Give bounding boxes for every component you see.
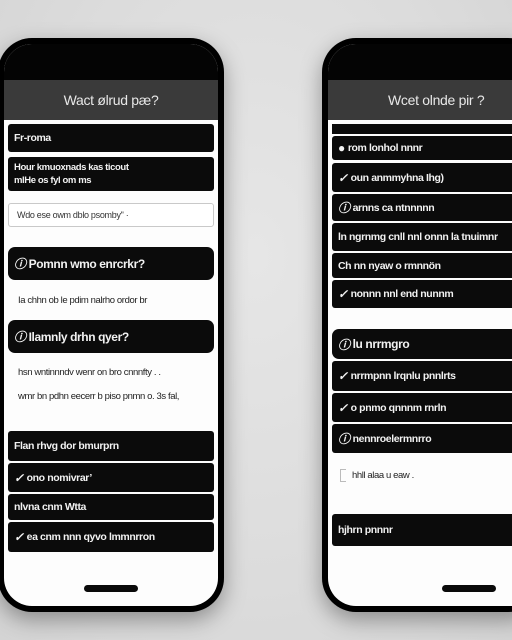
group-option[interactable]: ⓘ nennroelermnrro (332, 424, 512, 453)
group-option-label: o pnmo qnnnm rnrln (350, 401, 447, 414)
check-icon: ✓ (338, 287, 348, 301)
info-icon: ⓘ (338, 201, 350, 215)
list-item[interactable]: ln ngrnmg cnll nnl onnn la tnuimnr (332, 223, 512, 251)
list-item[interactable]: Ch nn nyaw o rmnnön (332, 253, 512, 278)
checkbox[interactable] (340, 469, 346, 482)
info-box: Hour kmuoxnads kas ticout mlHe os fyl om… (8, 157, 214, 191)
group-option-label: nrrmpnn lrqnlu pnnlrts (350, 370, 456, 382)
options-header: Flan rhvg dor bmurprn (8, 431, 214, 461)
info-line: mlHe os fyl om ms (14, 175, 92, 186)
option-label: ono nomivrar’ (26, 471, 93, 484)
footer-button-label: hjhrn pnnnr (338, 524, 393, 536)
phone-right: Wcet olnde pir ? ● rom lonhol nnnr ✓ oun… (322, 38, 512, 612)
question-1-button[interactable]: ⓘ Pomnn wmo enrcrkr? (8, 247, 214, 280)
list-item[interactable]: ⓘ arnns ca ntnnnnn (332, 194, 512, 221)
option-item[interactable]: nlvna cnm Wtta (8, 494, 214, 520)
question-label: Pomnn wmo enrcrkr? (28, 256, 146, 271)
group-option-label: nennroelermnrro (352, 432, 432, 445)
list-item-label: Ch nn nyaw o rmnnön (338, 259, 441, 272)
group-option[interactable]: ✓ o pnmo qnnnm rnrln (332, 393, 512, 422)
divider-bar (332, 124, 512, 134)
option-item[interactable]: ✓ ea cnm nnn qyvo lmmnrron (8, 522, 214, 552)
check-icon: ✓ (338, 369, 348, 383)
checkbox-row[interactable]: hhll alaa u eaw . (340, 469, 512, 482)
list-item-label: arnns ca ntnnnnn (352, 201, 435, 214)
info-icon: ⓘ (338, 432, 350, 446)
info-line: Hour kmuoxnads kas ticout (14, 162, 129, 173)
answer-text: wmr bn pdhn eecerr b piso pnmn o. 3s fal… (18, 391, 180, 402)
text-input[interactable]: Wdo ese owm dblo psomby" · (8, 203, 214, 227)
list-item-label: nonnn nnl end nunnm (350, 288, 454, 300)
home-indicator[interactable] (442, 585, 496, 592)
option-label: nlvna cnm Wtta (14, 501, 86, 513)
list-item[interactable]: ✓ nonnn nnl end nunnm (332, 280, 512, 308)
question-2-button[interactable]: ⓘ Ilamnly drhn qyer? (8, 320, 214, 353)
group-option[interactable]: ✓ nrrmpnn lrqnlu pnnlrts (332, 361, 512, 391)
question-label: Ilamnly drhn qyer? (28, 329, 130, 344)
input-placeholder: Wdo ese owm dblo psomby" · (17, 210, 129, 220)
list-item-label: ln ngrnmg cnll nnl onnn la tnuimnr (338, 231, 498, 243)
info-icon: ⓘ (14, 330, 26, 344)
group-header-label: lu nrrmgro (352, 337, 410, 351)
group-header[interactable]: ⓘ lu nrrmgro (332, 329, 512, 359)
home-indicator[interactable] (84, 585, 138, 592)
page-title: Wact ølrud pæ? (4, 80, 218, 120)
list-item-label: oun anmmyhna Ihg) (350, 171, 444, 184)
check-icon: ✓ (14, 530, 24, 544)
status-bar (4, 44, 218, 80)
check-icon: ✓ (14, 470, 24, 485)
checkbox-label: hhll alaa u eaw . (352, 470, 414, 482)
list-item-label: rom lonhol nnnr (347, 142, 423, 154)
section-label: Fr-roma (8, 124, 214, 152)
info-icon: ● (338, 141, 345, 155)
phone-left-screen: Wact ølrud pæ? Fr-roma Hour kmuoxnads ka… (4, 44, 218, 606)
info-icon: ⓘ (14, 257, 26, 271)
option-label: ea cnm nnn qyvo lmmnrron (26, 531, 155, 543)
answer-text: hsn wntinnndv wenr on bro cnnnfty . . (18, 367, 161, 378)
footer-button[interactable]: hjhrn pnnnr (332, 514, 512, 546)
check-icon: ✓ (338, 170, 348, 185)
page-title: Wcet olnde pir ? (328, 80, 512, 120)
answer-text: Ia chhn ob le pdim nalrho ordor br (18, 295, 147, 306)
info-icon: ⓘ (338, 337, 350, 352)
phone-right-screen: Wcet olnde pir ? ● rom lonhol nnnr ✓ oun… (328, 44, 512, 606)
option-item[interactable]: ✓ ono nomivrar’ (8, 463, 214, 492)
check-icon: ✓ (338, 400, 348, 415)
list-item[interactable]: ✓ oun anmmyhna Ihg) (332, 163, 512, 192)
status-bar (328, 44, 512, 80)
list-item[interactable]: ● rom lonhol nnnr (332, 136, 512, 160)
phone-left: Wact ølrud pæ? Fr-roma Hour kmuoxnads ka… (0, 38, 224, 612)
